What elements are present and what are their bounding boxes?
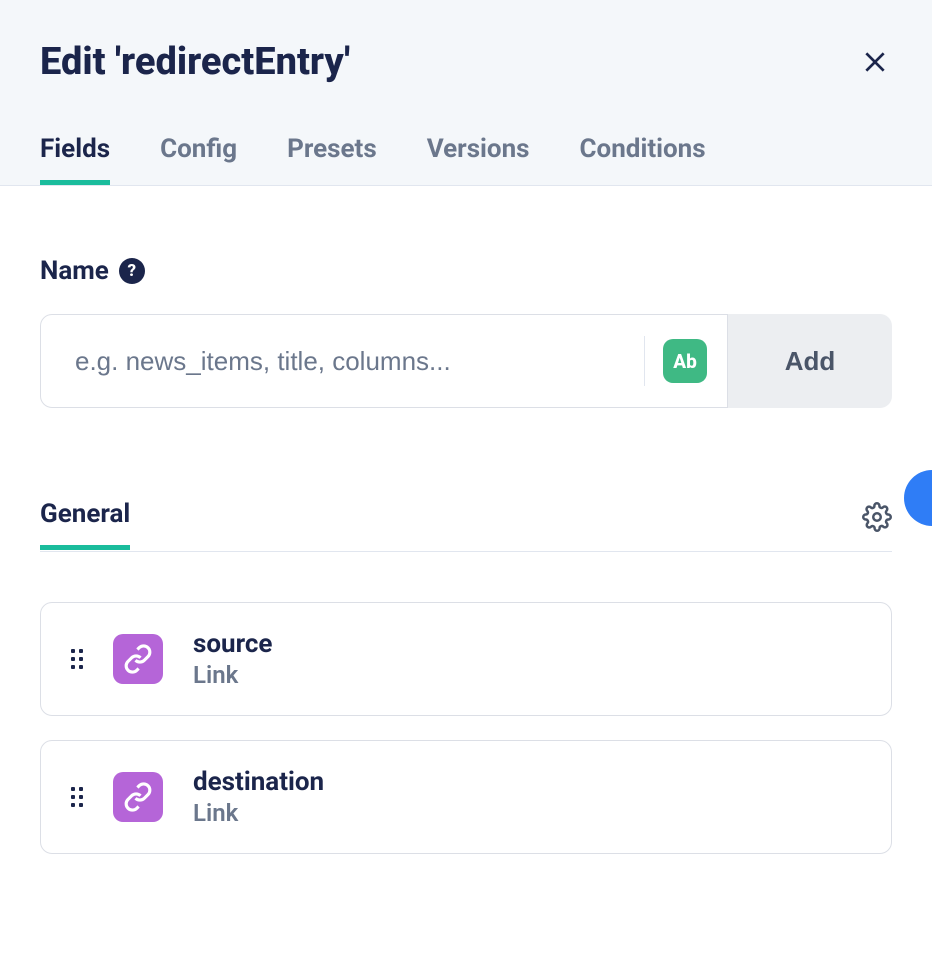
section-tab-general[interactable]: General	[40, 499, 130, 550]
gear-icon	[862, 502, 892, 532]
link-icon	[113, 634, 163, 684]
tab-config[interactable]: Config	[160, 134, 237, 185]
link-icon	[113, 772, 163, 822]
field-type: Link	[193, 799, 324, 827]
name-input-group: Ab Add	[40, 314, 892, 408]
drag-handle-icon[interactable]	[71, 787, 83, 807]
section-settings-button[interactable]	[862, 498, 892, 551]
close-icon	[862, 49, 888, 75]
primary-tabs: Fields Config Presets Versions Condition…	[40, 134, 892, 185]
name-label: Name	[40, 256, 109, 286]
field-type: Link	[193, 661, 272, 689]
field-item-destination[interactable]: destination Link	[40, 740, 892, 854]
close-button[interactable]	[858, 45, 892, 79]
name-input[interactable]	[75, 346, 634, 377]
dialog-title: Edit 'redirectEntry'	[40, 40, 350, 84]
tab-conditions[interactable]: Conditions	[580, 134, 706, 185]
type-picker-button[interactable]: Ab	[663, 339, 707, 383]
divider	[644, 336, 645, 386]
help-icon[interactable]: ?	[119, 258, 145, 284]
field-title: destination	[193, 767, 324, 797]
tab-presets[interactable]: Presets	[287, 134, 377, 185]
field-list: source Link destination Link	[40, 602, 892, 854]
add-button[interactable]: Add	[728, 314, 892, 408]
tab-fields[interactable]: Fields	[40, 134, 110, 185]
tab-versions[interactable]: Versions	[427, 134, 530, 185]
field-title: source	[193, 629, 272, 659]
field-item-source[interactable]: source Link	[40, 602, 892, 716]
drag-handle-icon[interactable]	[71, 649, 83, 669]
